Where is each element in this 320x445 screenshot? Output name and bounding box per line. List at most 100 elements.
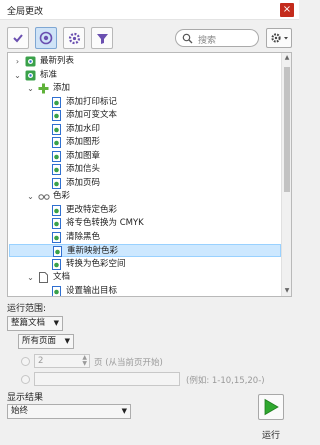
chevron-down-icon[interactable]: ⌄ <box>26 82 35 95</box>
title-bar: 全局更改 × <box>0 0 299 20</box>
doc-icon <box>51 110 62 121</box>
tree-row[interactable]: 更改特定色彩 <box>9 204 281 217</box>
tree-row-label: 添加图形 <box>66 137 101 147</box>
start-page-field[interactable]: 2 ▲ ▼ <box>34 354 90 368</box>
tree-row[interactable]: 添加页码 <box>9 177 281 190</box>
gear-icon <box>68 32 80 44</box>
tree-row-label: 添加 <box>53 83 71 93</box>
plus-icon <box>38 83 49 94</box>
page-range-field[interactable] <box>34 372 180 386</box>
doc-icon <box>51 231 62 243</box>
page-range-hint: (例如: 1-10,15,20-) <box>186 376 265 386</box>
chevron-right-icon[interactable]: › <box>13 55 22 68</box>
page-range-radio[interactable] <box>21 375 30 384</box>
tree-row[interactable]: ⌄ 标准 <box>9 69 281 82</box>
settings-dropdown[interactable] <box>266 28 292 48</box>
search-box[interactable]: 搜索 <box>175 29 259 47</box>
tree-row-label: 添加可变文本 <box>66 110 118 120</box>
doc-icon <box>51 137 62 148</box>
window-title: 全局更改 <box>7 7 44 17</box>
doc-icon <box>51 285 62 296</box>
page-icon <box>38 272 49 283</box>
tree-row-label: 添加图章 <box>66 150 101 161</box>
chevron-down-icon: ▼ <box>121 407 127 415</box>
doc-icon <box>51 96 62 108</box>
tree-row[interactable]: 添加打印标记 <box>9 96 281 109</box>
tree-row-label: 添加页码 <box>66 177 101 188</box>
tree-row-label: 重新映射色彩 <box>67 246 119 256</box>
tree-row-label: 添加水印 <box>66 123 101 134</box>
toolbar: 搜索 <box>0 22 299 52</box>
doc-icon <box>51 218 62 229</box>
target-icon <box>39 31 53 45</box>
scroll-up-icon[interactable]: ▲ <box>282 53 291 63</box>
tree-row-label: 添加打印标记 <box>66 96 118 107</box>
script-icon <box>25 56 36 67</box>
tree-row[interactable]: ⌄ 添加 <box>9 82 281 95</box>
tree-row[interactable]: 添加水印 <box>9 123 281 136</box>
script-icon <box>25 70 36 81</box>
search-placeholder: 搜索 <box>198 36 217 46</box>
tree-row[interactable]: ⌄ 文档 <box>9 271 281 284</box>
tree-row-label: 标准 <box>40 69 58 80</box>
doc-icon <box>51 123 62 135</box>
document-select-value: 整篇文档 <box>11 318 46 328</box>
checkmark-icon <box>13 34 23 43</box>
doc-icon <box>52 246 63 257</box>
doc-icon <box>51 177 62 189</box>
tree-row[interactable]: 设置输出目标 <box>9 285 281 296</box>
tree-row[interactable]: 重新映射色彩 <box>9 244 281 257</box>
chevron-down-icon[interactable]: ⌄ <box>26 190 35 203</box>
scroll-down-icon[interactable]: ▼ <box>282 286 291 296</box>
checkmark-button[interactable] <box>7 27 29 49</box>
start-page-radio[interactable] <box>21 357 30 366</box>
tree-row-label: 更改特定色彩 <box>66 204 118 215</box>
action-tree[interactable]: ▲ ▼ › 最新列表 ⌄ 标准 ⌄ 添加 添加打印标记 添加可变文本 添加水印 添加图形 添加图章添… <box>7 52 292 297</box>
tree-row[interactable]: 添加信头 <box>9 163 281 176</box>
gear-button[interactable] <box>63 27 85 49</box>
tree-row[interactable]: 添加可变文本 <box>9 109 281 122</box>
play-icon <box>264 398 279 416</box>
show-result-select[interactable]: 始终 ▼ <box>7 404 131 419</box>
tree-row[interactable]: 添加图章 <box>9 150 281 163</box>
chevron-down-icon: ▼ <box>53 319 59 327</box>
filter-icon <box>96 33 108 44</box>
target-button[interactable] <box>35 27 57 49</box>
document-select[interactable]: 整篇文档 ▼ <box>7 316 63 331</box>
pages-select[interactable]: 所有页面 ▼ <box>18 334 74 349</box>
pages-select-value: 所有页面 <box>22 336 57 346</box>
run-scope-label: 运行范围: <box>7 304 47 314</box>
tree-row[interactable]: › 最新列表 <box>9 55 281 68</box>
chevron-down-icon[interactable]: ⌄ <box>26 271 35 284</box>
tree-row[interactable]: 添加图形 <box>9 136 281 149</box>
tree-row[interactable]: ⌄ 色彩 <box>9 190 281 203</box>
tree-row-label: 将专色转换为 CMYK <box>66 218 144 228</box>
tree-row[interactable]: 清除黑色 <box>9 231 281 244</box>
run-label: 运行 <box>262 431 281 441</box>
scroll-thumb[interactable] <box>284 67 290 192</box>
tree-row[interactable]: 将专色转换为 CMYK <box>9 217 281 230</box>
tree-scrollbar[interactable]: ▲ ▼ <box>281 53 291 296</box>
stepper-icon[interactable]: ▲ ▼ <box>82 355 87 367</box>
start-page-value: 2 <box>38 356 44 366</box>
show-result-value: 始终 <box>11 406 29 416</box>
tree-row[interactable]: 转换为色彩空间 <box>9 258 281 271</box>
tree-row-label: 最新列表 <box>40 56 75 66</box>
gear-dropdown-icon <box>271 33 288 43</box>
tree-row-label: 转换为色彩空间 <box>66 258 126 269</box>
close-button[interactable]: × <box>280 3 294 17</box>
doc-icon <box>51 258 62 270</box>
glasses-icon <box>38 191 50 202</box>
filter-button[interactable] <box>91 27 113 49</box>
start-page-suffix: 页 (从当前页开始) <box>94 358 163 368</box>
tree-row-label: 色彩 <box>53 191 71 201</box>
tree-row-label: 添加信头 <box>66 164 101 174</box>
search-icon <box>182 33 193 44</box>
doc-icon <box>51 150 62 162</box>
doc-icon <box>51 204 62 216</box>
run-button[interactable] <box>258 394 284 420</box>
tree-row-label: 清除黑色 <box>66 231 101 242</box>
doc-icon <box>51 164 62 175</box>
tree-row-label: 文档 <box>53 272 71 282</box>
chevron-down-icon[interactable]: ⌄ <box>13 69 22 82</box>
